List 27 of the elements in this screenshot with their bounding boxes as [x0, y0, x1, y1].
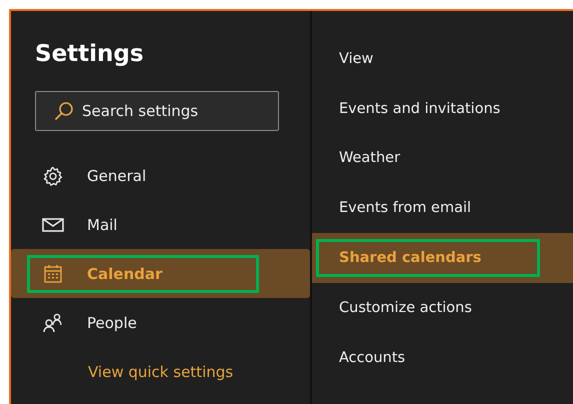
settings-title: Settings — [35, 41, 145, 69]
section-item[interactable]: View — [312, 34, 573, 84]
nav-item[interactable]: Mail — [11, 200, 310, 249]
nav-item[interactable]: People — [11, 298, 310, 347]
mail-icon — [41, 216, 65, 232]
section-item[interactable]: Weather — [312, 134, 573, 184]
section-label: Events from email — [338, 199, 472, 218]
section-label: Shared calendars — [316, 239, 540, 278]
section-item[interactable]: Customize actions — [312, 282, 573, 333]
nav-item[interactable]: Calendar — [11, 249, 310, 298]
section-label: Events and invitations — [338, 100, 502, 119]
section-item[interactable]: Events and invitations — [312, 84, 573, 134]
nav-item[interactable]: General — [11, 151, 310, 200]
search-field[interactable]: Search settings — [35, 91, 279, 131]
nav-label: General — [87, 166, 146, 184]
section-label: Weather — [338, 149, 402, 168]
nav-label: Calendar — [87, 264, 162, 282]
section-item[interactable]: Shared calendars — [312, 233, 573, 283]
nav-label: People — [87, 314, 137, 332]
section-item[interactable]: Events from email — [312, 183, 573, 234]
section-label: Accounts — [338, 348, 406, 368]
section-label: View — [338, 50, 374, 69]
section-label: Customize actions — [338, 298, 473, 318]
section-item[interactable]: Accounts — [312, 332, 573, 383]
gear-icon — [41, 166, 65, 186]
nav-label: Mail — [87, 216, 118, 234]
quick-settings-link[interactable]: View quick settings — [88, 363, 234, 381]
